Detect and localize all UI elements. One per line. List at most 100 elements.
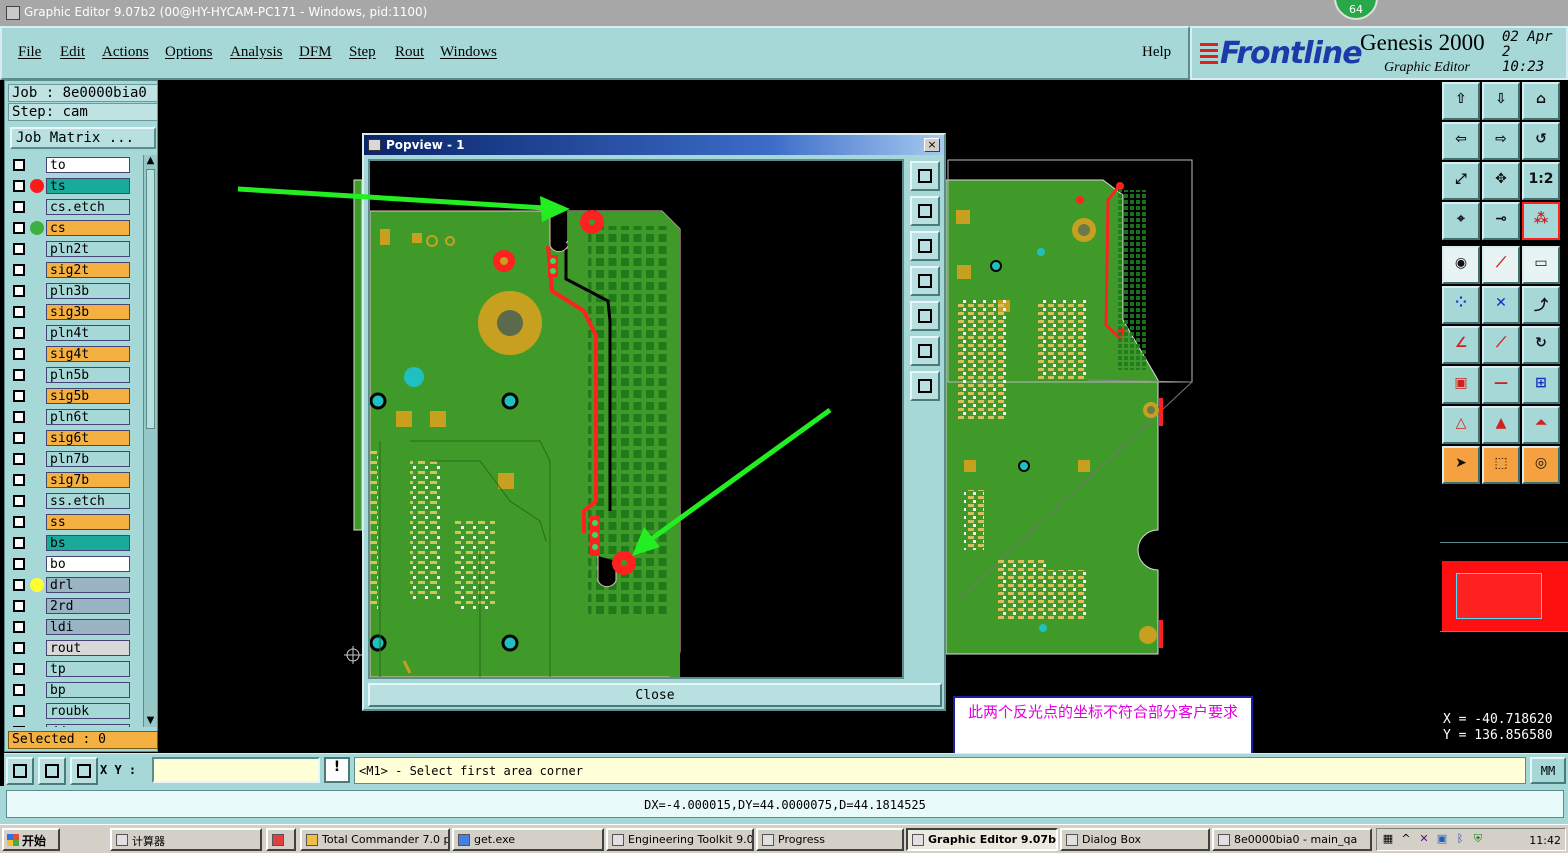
- task-calculator[interactable]: 计算器: [110, 828, 262, 851]
- popview-zoom-out-icon[interactable]: [910, 371, 940, 401]
- menu-file[interactable]: File: [18, 44, 41, 61]
- layer-name[interactable]: 2rd: [46, 598, 130, 614]
- tool-icon[interactable]: ✕: [1417, 832, 1431, 846]
- scroll-up-icon[interactable]: ▲: [145, 155, 156, 167]
- layer-row-dd[interactable]: dd: [10, 724, 130, 727]
- zoom-ratio-button[interactable]: 1:2: [1522, 162, 1560, 200]
- layer-checkbox[interactable]: [13, 306, 25, 318]
- close-icon[interactable]: ×: [924, 138, 940, 152]
- scroll-down-icon[interactable]: ▼: [145, 715, 156, 727]
- add-feature-icon[interactable]: ▣: [1442, 366, 1480, 404]
- layer-name[interactable]: bp: [46, 682, 130, 698]
- layer-name[interactable]: cs.etch: [46, 199, 130, 215]
- menu-edit[interactable]: Edit: [60, 44, 85, 61]
- layer-checkbox[interactable]: [13, 369, 25, 381]
- start-button[interactable]: 开始: [2, 828, 60, 851]
- popview-pan-left-icon[interactable]: [910, 266, 940, 296]
- layer-row-sig7b[interactable]: sig7b: [10, 472, 130, 488]
- menu-rout[interactable]: Rout: [395, 44, 424, 61]
- layer-row-pln4t[interactable]: pln4t: [10, 325, 130, 341]
- popview-window[interactable]: Popview - 1 × Close: [362, 133, 946, 711]
- layer-checkbox[interactable]: [13, 327, 25, 339]
- zoom-center-icon[interactable]: ✥: [1482, 162, 1520, 200]
- layer-name[interactable]: pln6t: [46, 409, 130, 425]
- layer-row-sig4t[interactable]: sig4t: [10, 346, 130, 362]
- layer-row-sig2t[interactable]: sig2t: [10, 262, 130, 278]
- layer-row-sig3b[interactable]: sig3b: [10, 304, 130, 320]
- layer-row-2rd[interactable]: 2rd: [10, 598, 130, 614]
- ruler-icon[interactable]: ▭: [1522, 246, 1560, 284]
- layer-checkbox[interactable]: [13, 621, 25, 633]
- triangle-fill-icon[interactable]: ▲: [1482, 406, 1520, 444]
- job-matrix-button[interactable]: Job Matrix ...: [10, 127, 156, 149]
- keyboard-icon[interactable]: ▦: [1381, 832, 1395, 846]
- layer-row-cs.etch[interactable]: cs.etch: [10, 199, 130, 215]
- layer-row-ldi[interactable]: ldi: [10, 619, 130, 635]
- layer-checkbox[interactable]: [13, 642, 25, 654]
- layer-checkbox[interactable]: [13, 390, 25, 402]
- undo-view-icon[interactable]: ↺: [1522, 122, 1560, 160]
- route-icon[interactable]: ⤴: [1522, 286, 1560, 324]
- task-dialog-box[interactable]: Dialog Box: [1060, 828, 1210, 851]
- layer-checkbox[interactable]: [13, 726, 25, 727]
- layer-row-pln3b[interactable]: pln3b: [10, 283, 130, 299]
- layer-row-to[interactable]: to: [10, 157, 130, 173]
- layer-row-tp[interactable]: tp: [10, 661, 130, 677]
- pointer-circle-icon[interactable]: ◎: [1522, 446, 1560, 484]
- layer-row-bo[interactable]: bo: [10, 556, 130, 572]
- units-button[interactable]: MM: [1530, 757, 1566, 784]
- layer-row-cs[interactable]: cs: [10, 220, 130, 236]
- layer-name[interactable]: pln5b: [46, 367, 130, 383]
- layer-name[interactable]: pln4t: [46, 325, 130, 341]
- layer-scrollbar[interactable]: ▲ ▼: [143, 155, 157, 727]
- bluetooth-icon[interactable]: ᛒ: [1453, 832, 1467, 846]
- arc-icon[interactable]: ↻: [1522, 326, 1560, 364]
- layer-row-roubk[interactable]: roubk: [10, 703, 130, 719]
- layer-name[interactable]: sig4t: [46, 346, 130, 362]
- layer-checkbox[interactable]: [13, 180, 25, 192]
- layer-name[interactable]: sig2t: [46, 262, 130, 278]
- horizontal-line-icon[interactable]: —: [1482, 366, 1520, 404]
- popview-canvas[interactable]: [368, 159, 904, 679]
- popview-zoom-fit-icon[interactable]: [910, 161, 940, 191]
- pan-right-icon[interactable]: ⇨: [1482, 122, 1520, 160]
- popview-pan-up-icon[interactable]: [910, 196, 940, 226]
- menu-help[interactable]: Help: [1142, 44, 1171, 61]
- layer-name[interactable]: drl: [46, 577, 130, 593]
- angle-mode-icon[interactable]: [38, 757, 66, 785]
- pointer-box-icon[interactable]: ⬚: [1482, 446, 1520, 484]
- task-app[interactable]: [266, 828, 296, 851]
- layer-name[interactable]: bs: [46, 535, 130, 551]
- layer-row-pln7b[interactable]: pln7b: [10, 451, 130, 467]
- layer-checkbox[interactable]: [13, 516, 25, 528]
- snap-mode-icon[interactable]: [6, 757, 34, 785]
- xy-input[interactable]: [152, 757, 320, 783]
- menu-actions[interactable]: Actions: [102, 44, 149, 61]
- scroll-thumb[interactable]: [146, 169, 155, 429]
- shield-icon[interactable]: ⛨: [1471, 832, 1485, 846]
- layer-checkbox[interactable]: [13, 222, 25, 234]
- task-progress[interactable]: Progress: [756, 828, 904, 851]
- layer-row-bp[interactable]: bp: [10, 682, 130, 698]
- task-get-exe[interactable]: get.exe: [452, 828, 604, 851]
- layer-name[interactable]: bo: [46, 556, 130, 572]
- layer-name[interactable]: pln3b: [46, 283, 130, 299]
- layer-checkbox[interactable]: [13, 474, 25, 486]
- layer-name[interactable]: ldi: [46, 619, 130, 635]
- layer-checkbox[interactable]: [13, 285, 25, 297]
- pan-up-icon[interactable]: ⇧: [1442, 82, 1480, 120]
- layer-name[interactable]: sig6t: [46, 430, 130, 446]
- task-main-qa[interactable]: 8e0000bia0 - main_qa: [1212, 828, 1372, 851]
- pan-left-icon[interactable]: ⇦: [1442, 122, 1480, 160]
- task-graphic-editor[interactable]: Graphic Editor 9.07b...: [906, 828, 1058, 851]
- layer-checkbox[interactable]: [13, 600, 25, 612]
- layer-row-ts[interactable]: ts: [10, 178, 130, 194]
- menu-windows[interactable]: Windows: [440, 44, 497, 61]
- layer-checkbox[interactable]: [13, 348, 25, 360]
- snap-icon[interactable]: ⊸: [1482, 202, 1520, 240]
- layer-row-bs[interactable]: bs: [10, 535, 130, 551]
- menu-dfm[interactable]: DFM: [299, 44, 332, 61]
- layer-row-ss.etch[interactable]: ss.etch: [10, 493, 130, 509]
- layer-row-sig5b[interactable]: sig5b: [10, 388, 130, 404]
- layer-row-ss[interactable]: ss: [10, 514, 130, 530]
